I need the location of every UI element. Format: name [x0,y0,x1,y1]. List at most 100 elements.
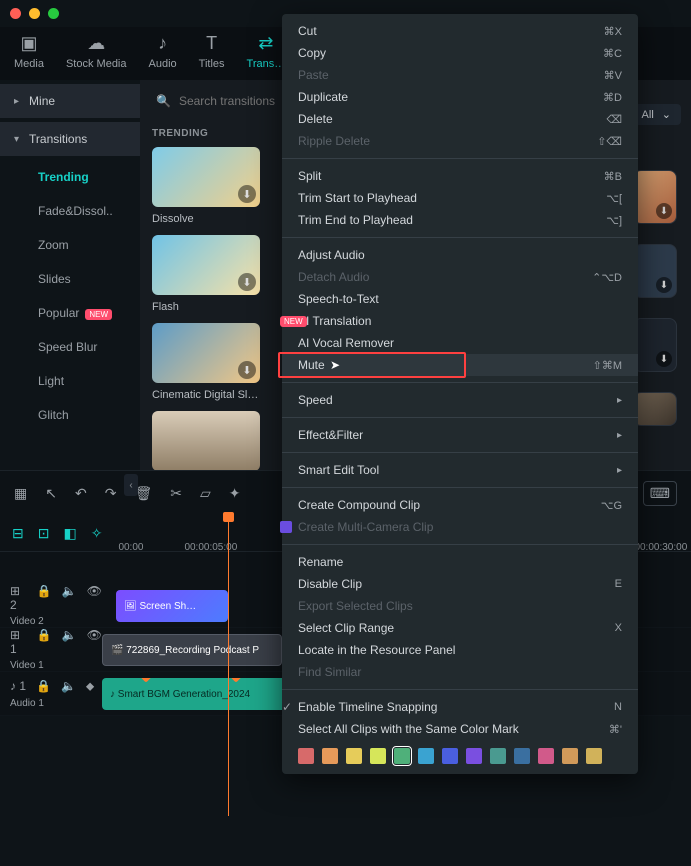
tab-stock-media[interactable]: ☁Stock Media [66,33,127,70]
color-swatch[interactable] [514,748,530,764]
menu-cut[interactable]: Cut⌘X [282,20,638,42]
sidebar-item-trending[interactable]: Trending [0,160,140,194]
clip-podcast[interactable]: 🎬 722869_Recording Podcast P [102,634,282,666]
menu-speed[interactable]: Speed▸ [282,389,638,411]
color-swatch[interactable] [346,748,362,764]
download-icon[interactable]: ⬇ [656,203,672,219]
playhead[interactable] [228,516,229,816]
keyframe-icon[interactable] [230,678,241,683]
clip-screen[interactable]: 🖼 Screen Sh… [116,590,228,622]
color-swatch[interactable] [322,748,338,764]
menu-rename[interactable]: Rename [282,551,638,573]
mute-icon[interactable]: 🔈 [62,584,77,612]
menu-ai-vocal-remover[interactable]: AI Vocal Remover [282,332,638,354]
download-icon[interactable]: ⬇ [238,273,256,291]
menu-adjust-audio[interactable]: Adjust Audio [282,244,638,266]
menu-select-range[interactable]: Select Clip RangeX [282,617,638,639]
mute-icon[interactable]: 🔈 [62,628,77,656]
context-menu: Cut⌘X Copy⌘C Paste⌘V Duplicate⌘D Delete⌫… [282,14,638,774]
menu-smart-edit[interactable]: Smart Edit Tool▸ [282,459,638,481]
sidebar-section-transitions[interactable]: ▾Transitions [0,122,140,156]
color-swatch[interactable] [442,748,458,764]
menu-effect-filter[interactable]: Effect&Filter▸ [282,424,638,446]
magnet-icon[interactable]: ⊟ [12,525,24,542]
menu-compound-clip[interactable]: Create Compound Clip⌥G [282,494,638,516]
link-icon[interactable]: ⊡ [38,525,50,542]
color-swatch[interactable] [490,748,506,764]
transition-card[interactable] [152,411,260,470]
redo-icon[interactable]: ↷ [105,485,117,502]
color-swatch[interactable] [394,748,410,764]
menu-locate-resource[interactable]: Locate in the Resource Panel [282,639,638,661]
menu-trim-end[interactable]: Trim End to Playhead⌥] [282,209,638,231]
pointer-icon[interactable]: ↖ [45,485,57,502]
color-swatch[interactable] [466,748,482,764]
sidebar-item-speed-blur[interactable]: Speed Blur [0,330,140,364]
menu-snapping[interactable]: ✓Enable Timeline SnappingN [282,696,638,718]
dropdown-label: All [642,109,654,121]
visibility-icon[interactable]: 👁 [87,628,102,656]
menu-mute[interactable]: Mute ➤ ⇧⌘M [282,354,638,376]
keyboard-icon[interactable]: ⌨ [643,481,677,506]
visibility-icon[interactable]: 👁 [87,584,102,612]
tab-titles[interactable]: TTitles [199,33,225,70]
cut-icon[interactable]: ✂ [170,485,182,502]
sidebar-item-light[interactable]: Light [0,364,140,398]
menu-speech-to-text[interactable]: Speech-to-Text [282,288,638,310]
chevron-down-icon: ▾ [14,134,19,145]
undo-icon[interactable]: ↶ [75,485,87,502]
download-icon[interactable]: ⬇ [238,361,256,379]
sidebar-item-zoom[interactable]: Zoom [0,228,140,262]
marker-icon[interactable]: ◧ [63,525,76,542]
sidebar: ▸Mine ▾Transitions Trending Fade&Dissol.… [0,80,140,470]
download-icon[interactable]: ⬇ [238,185,256,203]
download-icon[interactable]: ⬇ [656,277,672,293]
sidebar-item-slides[interactable]: Slides [0,262,140,296]
transition-card[interactable]: ⬇ Cinematic Digital Slid… [152,323,260,401]
menu-copy[interactable]: Copy⌘C [282,42,638,64]
solo-icon[interactable]: ⬥ [86,679,94,694]
color-swatch[interactable] [538,748,554,764]
sidebar-item-glitch[interactable]: Glitch [0,398,140,432]
effects-icon[interactable]: ✦ [229,485,241,502]
sidebar-section-mine[interactable]: ▸Mine [0,84,140,118]
preview-thumb[interactable] [633,392,677,426]
color-swatch[interactable] [298,748,314,764]
maximize-window-icon[interactable] [48,8,59,19]
minimize-window-icon[interactable] [29,8,40,19]
tab-transitions[interactable]: ⇄Trans… [247,33,286,70]
color-swatch[interactable] [418,748,434,764]
auto-icon[interactable]: ✧ [91,525,103,542]
menu-disable-clip[interactable]: Disable ClipE [282,573,638,595]
sidebar-item-fade[interactable]: Fade&Dissol.. [0,194,140,228]
color-swatch[interactable] [586,748,602,764]
lock-icon[interactable]: 🔒 [36,679,51,694]
crop-icon[interactable]: ▱ [200,485,211,502]
menu-duplicate[interactable]: Duplicate⌘D [282,86,638,108]
menu-delete[interactable]: Delete⌫ [282,108,638,130]
download-icon[interactable]: ⬇ [656,351,672,367]
tab-media[interactable]: ▣Media [14,33,44,70]
preview-thumb[interactable]: ⬇ [633,318,677,372]
tab-audio[interactable]: ♪Audio [149,33,177,70]
close-window-icon[interactable] [10,8,21,19]
preview-thumb[interactable]: ⬇ [633,244,677,298]
preview-thumb[interactable]: ⬇ [633,170,677,224]
filter-all-dropdown[interactable]: All ⌄ [632,104,681,125]
color-swatch[interactable] [562,748,578,764]
sidebar-item-popular[interactable]: PopularNEW [0,296,140,330]
menu-select-by-color[interactable]: Select All Clips with the Same Color Mar… [282,718,638,740]
menu-trim-start[interactable]: Trim Start to Playhead⌥[ [282,187,638,209]
mute-icon[interactable]: 🔈 [61,679,76,694]
menu-ai-translation[interactable]: NEWAI Translation [282,310,638,332]
lock-icon[interactable]: 🔒 [37,584,52,612]
keyframe-icon[interactable] [140,678,151,683]
layout-icon[interactable]: ▦ [14,485,27,502]
color-swatch[interactable] [370,748,386,764]
transition-card[interactable]: ⬇ Dissolve [152,147,260,225]
menu-split[interactable]: Split⌘B [282,165,638,187]
collapse-sidebar-button[interactable]: ‹ [124,474,138,496]
track-badge: ⊞ 1 [10,628,27,656]
transition-card[interactable]: ⬇ Flash [152,235,260,313]
lock-icon[interactable]: 🔒 [37,628,52,656]
